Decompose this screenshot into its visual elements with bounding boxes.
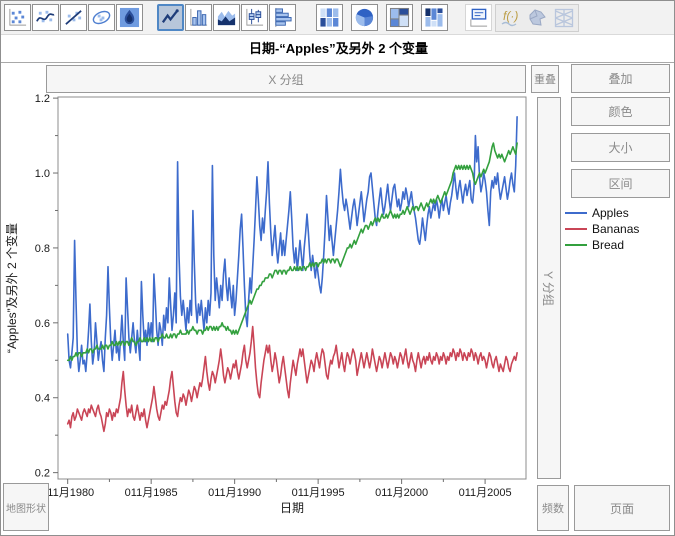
legend-item-apples[interactable]: Apples — [565, 205, 639, 221]
x-tick-label: 011月1980 — [41, 487, 94, 499]
zone-y-group[interactable]: Y 分组 — [537, 97, 561, 479]
x-tick-label: 011月1985 — [125, 487, 178, 499]
legend-swatch-apples — [565, 212, 587, 214]
zone-x-group[interactable]: X 分组 — [46, 65, 526, 93]
overlay-button[interactable]: 叠加 — [571, 64, 670, 93]
y-tick-label: 1.2 — [35, 93, 50, 105]
y-tick-label: 0.4 — [35, 393, 50, 405]
legend-label: Bread — [592, 238, 624, 252]
x-tick-label: 011月2000 — [375, 487, 428, 499]
zone-page[interactable]: 页面 — [574, 485, 670, 531]
x-axis-title: 日期 — [280, 501, 304, 515]
legend-swatch-bread — [565, 244, 587, 246]
x-tick-label: 011月1990 — [208, 487, 261, 499]
zone-map-shape[interactable]: 地图形状 — [3, 483, 49, 531]
legend-item-bread[interactable]: Bread — [565, 237, 639, 253]
y-tick-label: 0.6 — [35, 318, 50, 330]
y-axis-title: “Apples”及另外 2 个变量 — [4, 223, 19, 353]
zone-freq[interactable]: 频数 — [537, 485, 569, 531]
interval-button[interactable]: 区间 — [571, 169, 670, 198]
legend-label: Bananas — [592, 222, 639, 236]
x-tick-label: 011月2005 — [459, 487, 512, 499]
y-tick-label: 0.2 — [35, 468, 50, 480]
zone-wrap[interactable]: 重叠 — [531, 65, 559, 93]
legend: Apples Bananas Bread — [565, 205, 639, 253]
color-button[interactable]: 颜色 — [571, 97, 670, 126]
graph-builder-window: f(·) 日期-“Apples”及另外 2 个变量 0.20.40.60.81.… — [0, 0, 675, 536]
legend-item-bananas[interactable]: Bananas — [565, 221, 639, 237]
size-button[interactable]: 大小 — [571, 133, 670, 162]
plot-area[interactable] — [58, 97, 526, 479]
y-tick-label: 0.8 — [35, 243, 50, 255]
x-tick-label: 011月1995 — [292, 487, 345, 499]
y-tick-label: 1.0 — [35, 168, 50, 180]
legend-label: Apples — [592, 206, 629, 220]
legend-swatch-bananas — [565, 228, 587, 230]
